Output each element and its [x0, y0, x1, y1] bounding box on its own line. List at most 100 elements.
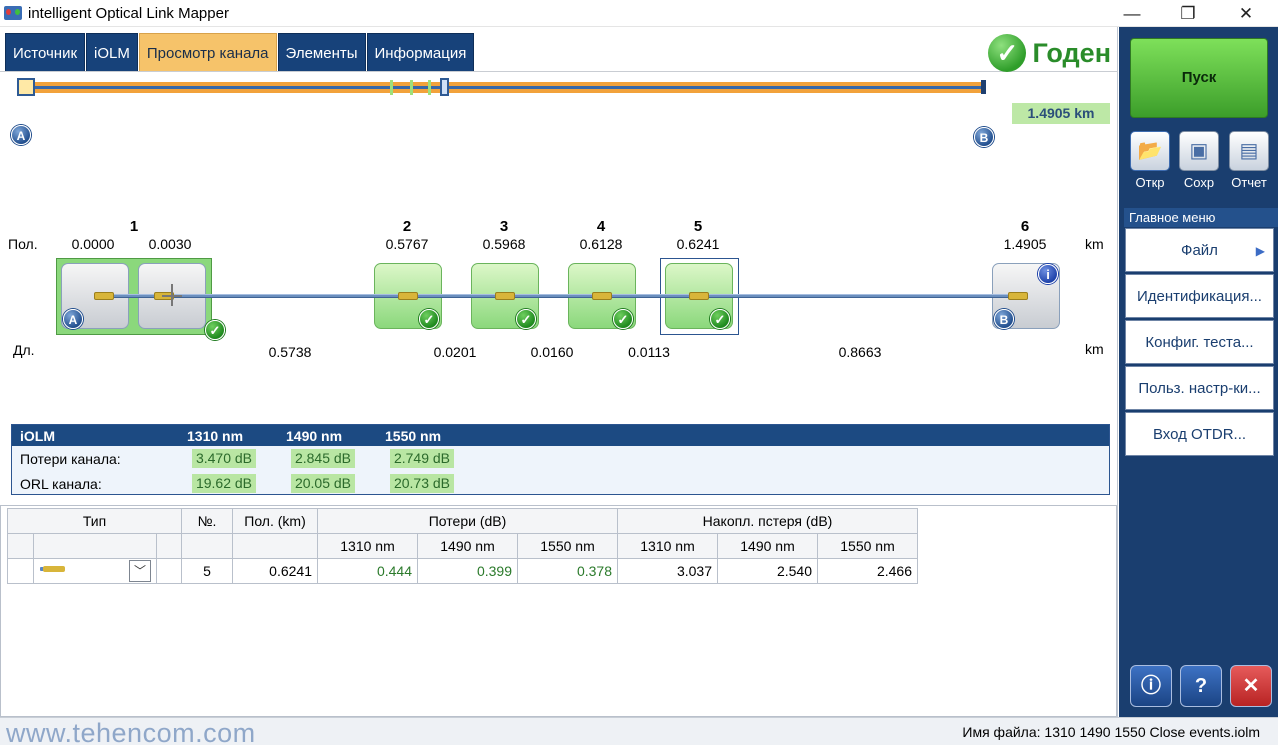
tab-link-view[interactable]: Просмотр канала — [138, 33, 277, 72]
link-orl-label: ORL канала: — [20, 476, 102, 492]
report-icon[interactable]: ▤ — [1229, 131, 1269, 171]
menu-item-file[interactable]: Файл ▶ — [1125, 228, 1274, 272]
app-logo-icon — [4, 6, 22, 20]
segment-length: 0.0201 — [433, 344, 477, 360]
main-menu-title: Главное меню — [1124, 208, 1278, 227]
overview-event-tick — [428, 80, 431, 95]
loss-wl-header: 1310 nm — [317, 533, 418, 559]
segment-length: 0.8663 — [838, 344, 882, 360]
link-loss-row: Потери канала: 3.470 dB 2.845 dB 2.749 d… — [12, 446, 1109, 471]
wavelength-header: 1490 nm — [286, 428, 343, 444]
tab-info[interactable]: Информация — [366, 33, 475, 72]
tab-divider — [0, 71, 1118, 72]
col-type-header: Тип — [7, 508, 182, 534]
tab-elements[interactable]: Элементы — [277, 33, 366, 72]
type-cell[interactable]: ﹀ — [33, 558, 157, 584]
help-icon[interactable]: ? — [1180, 665, 1222, 707]
position-unit-label: km — [1085, 236, 1104, 252]
exit-icon[interactable]: ✕ — [1230, 665, 1272, 707]
check-circle-icon: ✓ — [613, 309, 633, 329]
segment-length: 0.0113 — [628, 344, 670, 360]
status-bar: www.tehencom.com Имя файла: 1310 1490 15… — [0, 717, 1278, 745]
menu-item-user-settings[interactable]: Польз. настр-ки... — [1125, 366, 1274, 410]
length-row-label: Дл. — [13, 342, 35, 358]
tab-iolm[interactable]: iOLM — [86, 33, 138, 72]
info-icon[interactable]: i — [1038, 264, 1058, 284]
event-number-5: 5 — [693, 218, 703, 235]
cum-wl-header: 1550 nm — [817, 533, 918, 559]
col-cumulative-header: Накопл. пстеря (dB) — [617, 508, 918, 534]
header-cell — [33, 533, 157, 559]
watermark: www.tehencom.com — [6, 718, 256, 745]
header-cell — [232, 533, 318, 559]
info-icon[interactable]: ⓘ — [1130, 665, 1172, 707]
connector-icon — [689, 292, 709, 300]
menu-item-otdr-login[interactable]: Вход OTDR... — [1125, 412, 1274, 456]
open-folder-icon[interactable]: 📂 — [1130, 131, 1170, 171]
event-number-1: 1 — [129, 218, 139, 235]
close-window-button[interactable]: ✕ — [1218, 0, 1274, 27]
report-label: Отчет — [1231, 175, 1267, 190]
col-position-header: Пол. (km) — [232, 508, 318, 534]
segment-length: 0.5738 — [268, 344, 312, 360]
chevron-right-icon: ▶ — [1255, 244, 1265, 258]
check-circle-icon: ✓ — [988, 34, 1027, 72]
overview-start-marker[interactable] — [17, 78, 35, 96]
title-bar: intelligent Optical Link Mapper — ❐ ✕ — [0, 0, 1278, 27]
menu-item-identification[interactable]: Идентификация... — [1125, 274, 1274, 318]
marker-b-icon: B — [974, 127, 994, 147]
tab-bar: Источник iOLM Просмотр канала Элементы И… — [5, 33, 475, 72]
connector-icon — [495, 292, 515, 300]
loss-cell: 0.399 — [417, 558, 518, 584]
connector-icon — [1008, 292, 1028, 300]
overview-event-tick — [410, 80, 413, 95]
start-button[interactable]: Пуск — [1130, 38, 1268, 118]
loss-cell: 0.444 — [317, 558, 418, 584]
check-circle-icon: ✓ — [205, 320, 225, 340]
maximize-button[interactable]: ❐ — [1160, 0, 1216, 27]
check-circle-icon: ✓ — [710, 309, 730, 329]
marker-b-icon: B — [994, 309, 1014, 329]
tab-source[interactable]: Источник — [5, 33, 86, 72]
connector-icon — [43, 566, 65, 573]
cumulative-loss-cell: 3.037 — [617, 558, 718, 584]
menu-item-test-config[interactable]: Конфиг. теста... — [1125, 320, 1274, 364]
header-cell — [181, 533, 233, 559]
link-orl-value: 20.73 dB — [390, 474, 454, 493]
loss-wl-header: 1550 nm — [517, 533, 618, 559]
event-table: Тип №. Пол. (km) Потери (dB) Накопл. пст… — [7, 508, 918, 584]
event-position: 0.0000 — [71, 236, 115, 252]
minimize-button[interactable]: — — [1104, 0, 1160, 27]
marker-a-icon: A — [11, 125, 31, 145]
cum-wl-header: 1310 nm — [617, 533, 718, 559]
link-loss-value: 2.749 dB — [390, 449, 454, 468]
link-overview-bar[interactable]: A B — [11, 78, 1004, 147]
row-select-cell[interactable] — [7, 558, 34, 584]
pass-status: ✓ Годен — [988, 34, 1111, 72]
marker-a-icon: A — [63, 309, 83, 329]
link-loss-value: 3.470 dB — [192, 449, 256, 468]
event-position: 0.6128 — [579, 236, 623, 252]
save-disk-icon[interactable]: ▣ — [1179, 131, 1219, 171]
link-loss-label: Потери канала: — [20, 451, 121, 467]
event-position: 0.6241 — [676, 236, 720, 252]
event-number-6: 6 — [1020, 218, 1030, 235]
link-orl-value: 20.05 dB — [291, 474, 355, 493]
event-number-2: 2 — [402, 218, 412, 235]
save-label: Сохр — [1183, 175, 1215, 190]
overview-end-marker — [981, 80, 986, 94]
cumulative-loss-cell: 2.466 — [817, 558, 918, 584]
connector-icon — [592, 292, 612, 300]
cumulative-loss-cell: 2.540 — [717, 558, 818, 584]
iolm-summary: iOLM 1310 nm 1490 nm 1550 nm Потери кана… — [11, 424, 1110, 495]
event-number-cell: 5 — [181, 558, 233, 584]
chevron-down-icon[interactable]: ﹀ — [129, 560, 151, 582]
window-title: intelligent Optical Link Mapper — [28, 5, 229, 22]
header-cell — [7, 533, 34, 559]
verdict-label: Годен — [1032, 37, 1111, 68]
table-row[interactable]: ﹀ 5 0.6241 0.444 0.399 0.378 3.037 2.540… — [7, 558, 918, 584]
link-orl-row: ORL канала: 19.62 dB 20.05 dB 20.73 dB — [12, 471, 1109, 496]
length-unit-label: km — [1085, 341, 1104, 357]
open-label: Откр — [1135, 175, 1165, 190]
overview-cursor[interactable] — [440, 78, 449, 96]
